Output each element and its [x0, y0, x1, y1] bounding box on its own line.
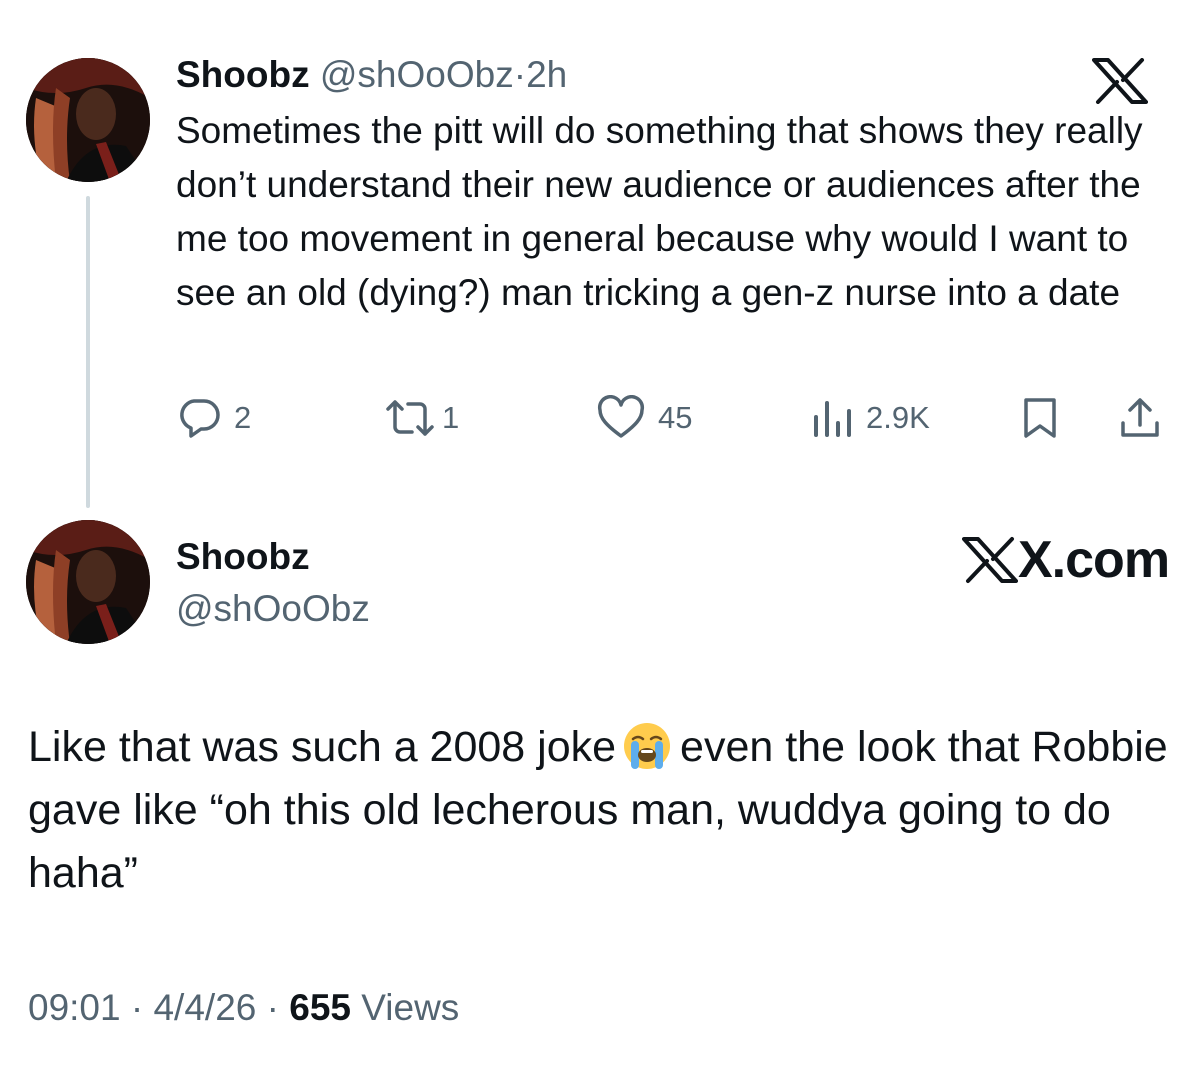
tweet-time[interactable]: 2h: [526, 54, 567, 95]
thread-line: [86, 196, 90, 508]
tweet-text-part-1: Like that was such a 2008 joke: [28, 723, 617, 771]
avatar[interactable]: [26, 520, 150, 644]
avatar-image: [26, 520, 150, 644]
bookmark-icon: [1024, 398, 1056, 438]
loudly-crying-face-emoji-icon: [622, 721, 672, 771]
tweet-header: Shoobz @shOoObz·2h: [176, 50, 567, 100]
like-button[interactable]: 45: [596, 394, 692, 442]
views-label: Views: [361, 987, 460, 1028]
tweet-date[interactable]: 4/4/26: [153, 987, 256, 1028]
like-icon: [597, 395, 645, 438]
x-logo-icon: [1092, 58, 1148, 104]
views-icon: [814, 401, 851, 437]
views-count: 655: [289, 987, 351, 1028]
avatar[interactable]: [26, 58, 150, 182]
author-handle[interactable]: @shOoObz: [176, 584, 370, 634]
share-icon: [1121, 398, 1159, 437]
repost-icon: [386, 400, 434, 436]
tweet-time[interactable]: 09:01: [28, 987, 121, 1028]
author-name[interactable]: Shoobz: [176, 532, 310, 582]
views-count: 2.9K: [866, 400, 930, 435]
author-handle[interactable]: @shOoObz: [320, 54, 514, 95]
x-brand-label: X.com: [962, 530, 1170, 590]
separator: ·: [130, 987, 144, 1028]
repost-button[interactable]: 1: [382, 394, 459, 442]
tweet-meta: 09:01 · 4/4/26 · 655 Views: [28, 980, 459, 1036]
brand-text: X.com: [1018, 531, 1170, 589]
tweet-text: Like that was such a 2008 joke even the …: [28, 716, 1178, 905]
share-button[interactable]: [1118, 394, 1162, 442]
separator: ·: [513, 54, 527, 95]
reply-icon: [180, 399, 220, 438]
like-count: 45: [658, 400, 693, 435]
tweet-text: Sometimes the pitt will do something tha…: [176, 110, 1143, 313]
reply-button[interactable]: 2: [176, 394, 251, 442]
repost-count: 1: [442, 400, 460, 435]
author-name[interactable]: Shoobz: [176, 54, 310, 95]
avatar-image: [26, 58, 150, 182]
separator: ·: [266, 987, 279, 1028]
reply-count: 2: [234, 400, 252, 435]
views-button[interactable]: 2.9K: [810, 394, 930, 442]
bookmark-button[interactable]: [1020, 394, 1060, 442]
